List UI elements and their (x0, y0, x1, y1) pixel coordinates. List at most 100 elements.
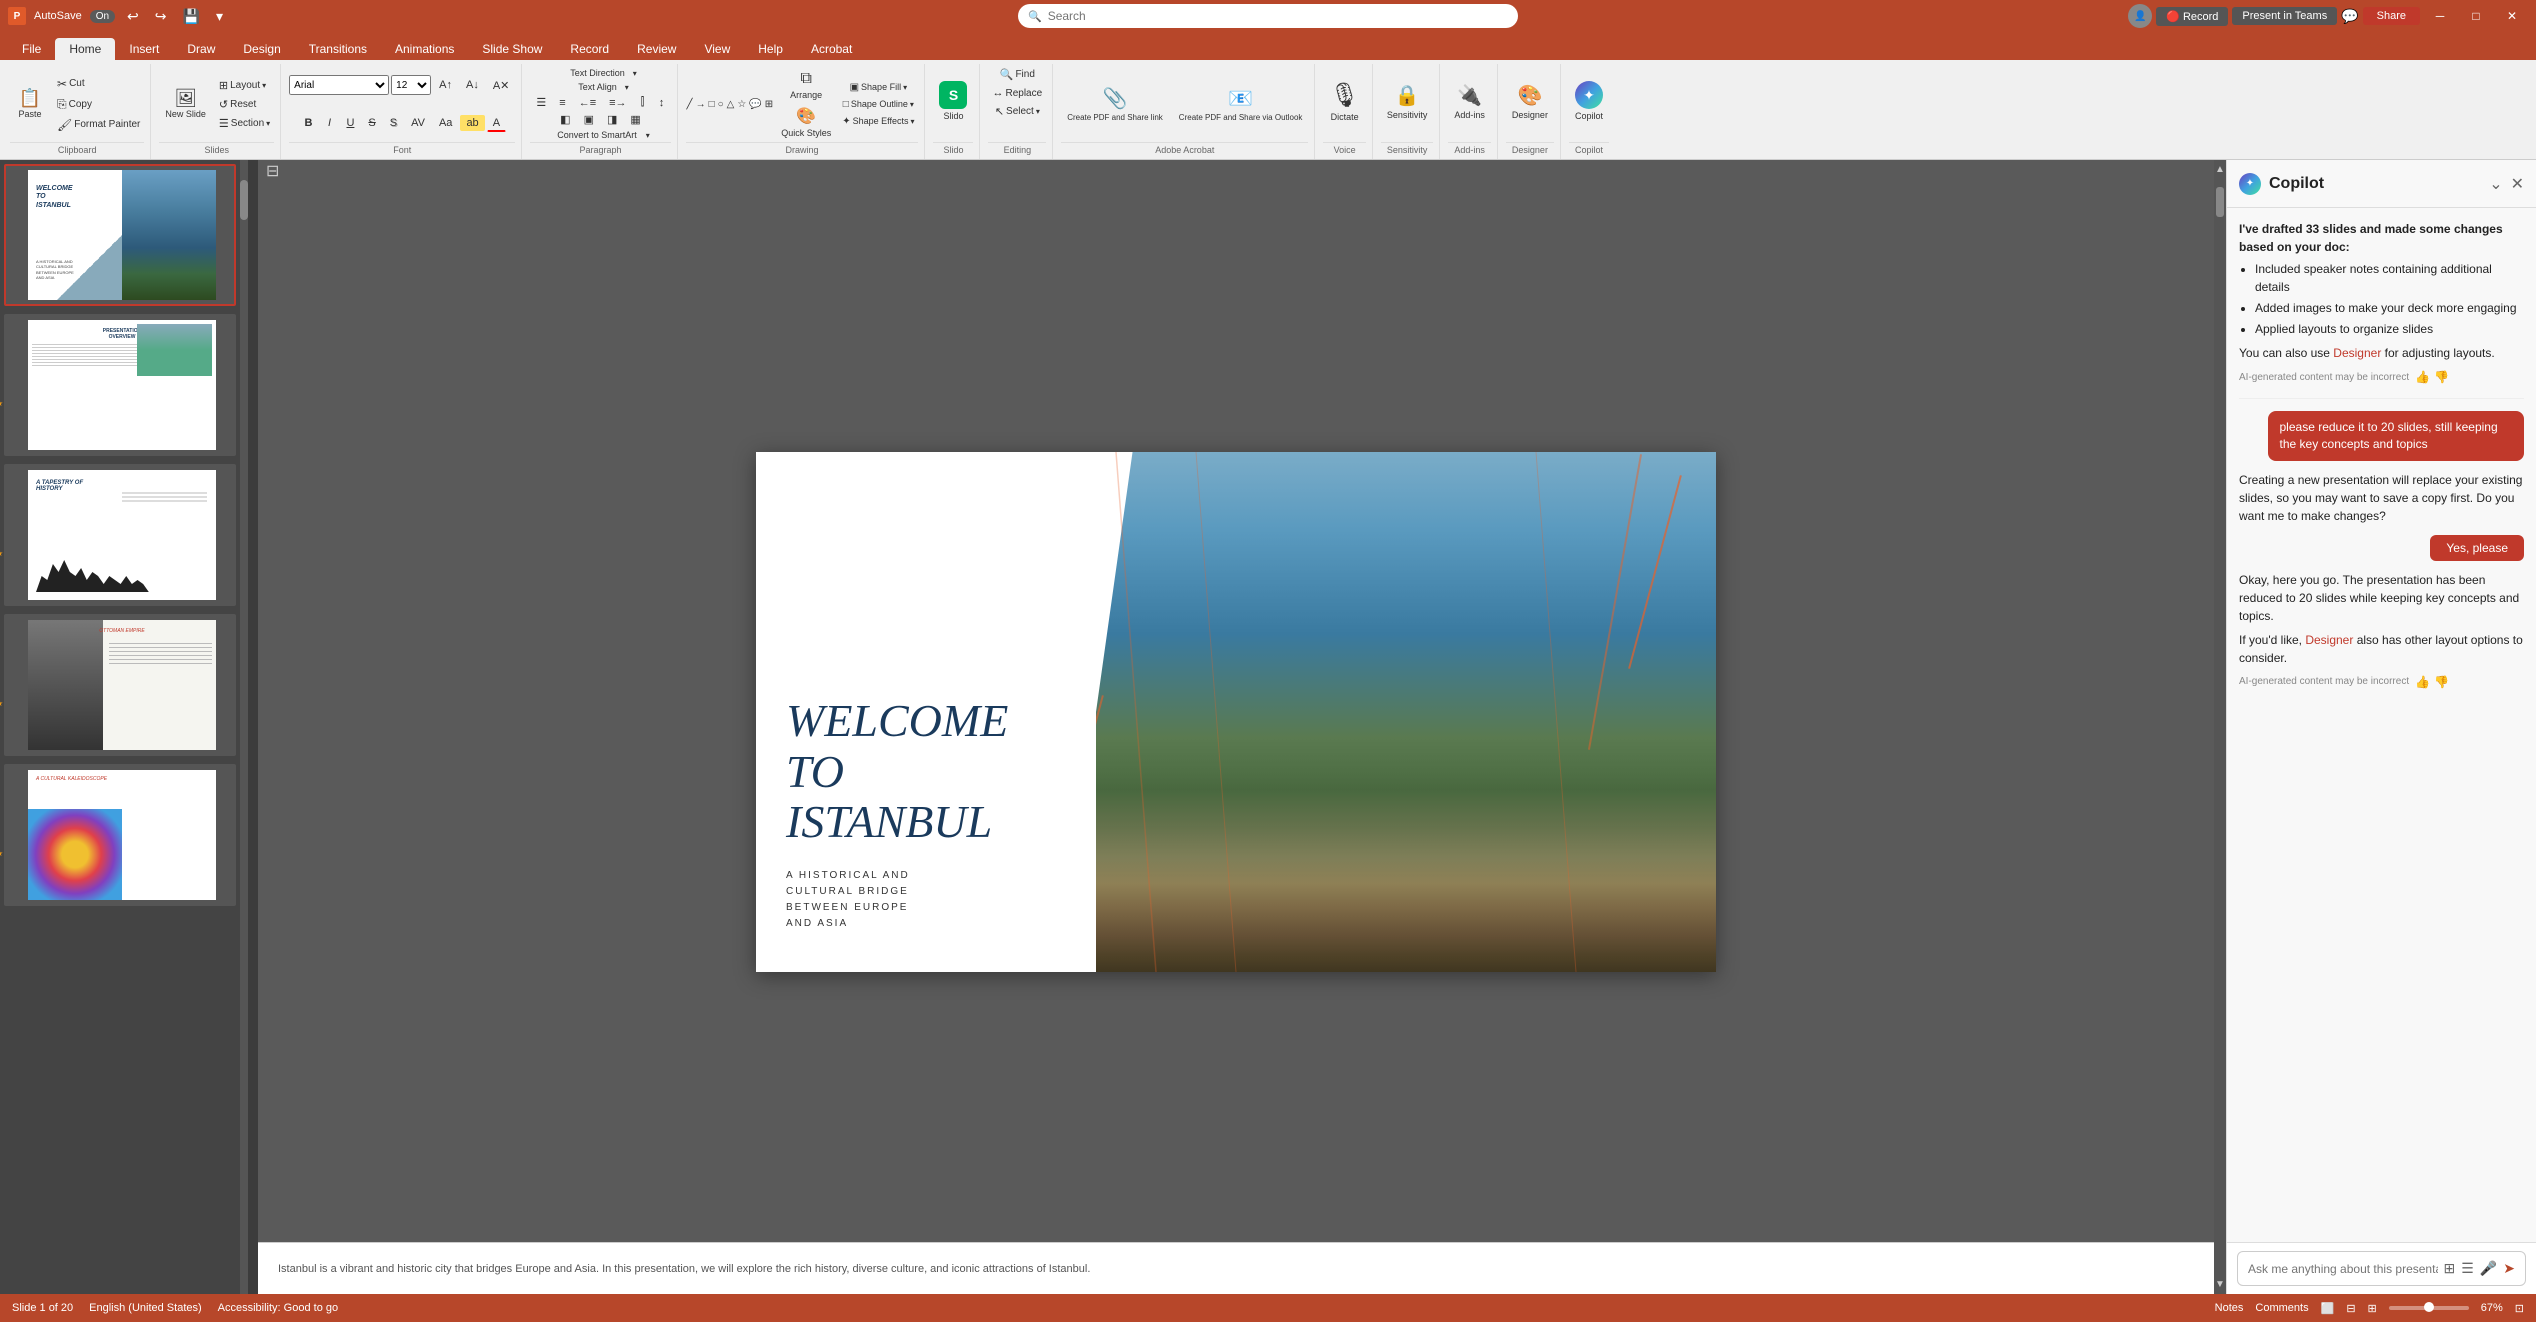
tab-slideshow[interactable]: Slide Show (468, 38, 556, 60)
view-grid-button[interactable]: ⊞ (2368, 1302, 2377, 1315)
font-case-button[interactable]: Aa (433, 115, 458, 131)
align-center-button[interactable]: ▣ (578, 111, 600, 128)
font-name-select[interactable]: Arial (289, 75, 389, 95)
sensitivity-button[interactable]: 🔒 Sensitivity (1381, 66, 1434, 136)
comments-status-button[interactable]: Comments (2255, 1302, 2308, 1314)
bullets-button[interactable]: ☰ (530, 94, 552, 111)
zoom-thumb[interactable] (2424, 1302, 2434, 1312)
increase-font-button[interactable]: A↑ (433, 77, 458, 93)
tab-draw[interactable]: Draw (173, 38, 229, 60)
align-right-button[interactable]: ◨ (601, 111, 623, 128)
shape-star[interactable]: ☆ (736, 98, 747, 111)
view-normal-button[interactable]: ⬜ (2321, 1302, 2335, 1315)
tab-help[interactable]: Help (744, 38, 797, 60)
thumbup-icon-1[interactable]: 👍 (2415, 368, 2430, 386)
copilot-input[interactable] (2248, 1262, 2438, 1276)
tab-view[interactable]: View (690, 38, 744, 60)
shape-more[interactable]: ⊞ (764, 98, 774, 111)
thumbdown-icon-2[interactable]: 👎 (2434, 673, 2449, 691)
zoom-slider[interactable] (2389, 1306, 2469, 1310)
text-align-dropdown[interactable]: ▾ (625, 83, 629, 92)
shape-fill-button[interactable]: ▣ Shape Fill ▾ (838, 80, 918, 95)
justify-button[interactable]: ▦ (624, 111, 646, 128)
strikethrough-button[interactable]: S (362, 115, 381, 131)
save-button[interactable]: 💾 (179, 6, 204, 27)
thumbdown-icon-1[interactable]: 👎 (2434, 368, 2449, 386)
convert-dropdown[interactable]: ▾ (646, 131, 650, 140)
create-pdf-link-button[interactable]: 📎 Create PDF and Share link (1061, 82, 1169, 126)
replace-button[interactable]: ↔ Replace (988, 85, 1046, 101)
reset-button[interactable]: ↺ Reset (215, 96, 274, 113)
quick-styles-button[interactable]: 🎨 Quick Styles (777, 104, 835, 140)
slide-thumbnail-5[interactable]: 5 ★ A CULTURAL KALEIDOSCOPE (4, 764, 236, 906)
scroll-thumb[interactable] (2216, 187, 2224, 217)
numbering-button[interactable]: ≡ (553, 95, 571, 111)
copilot-input-send-icon[interactable]: ➤ (2503, 1260, 2515, 1277)
undo-button[interactable]: ↩ (123, 6, 143, 27)
convert-smartart-button[interactable]: Convert to SmartArt (551, 128, 643, 142)
tab-home[interactable]: Home (55, 38, 115, 60)
shape-line[interactable]: ╱ (686, 98, 694, 111)
redo-button[interactable]: ↪ (151, 6, 171, 27)
line-spacing-button[interactable]: ↕ (653, 95, 671, 111)
shape-oval[interactable]: ○ (717, 98, 725, 111)
highlight-button[interactable]: ab (460, 115, 484, 131)
slide-panel-scrollbar[interactable] (240, 160, 248, 1294)
copilot-close-button[interactable]: ✕ (2511, 174, 2524, 194)
copilot-input-list-icon[interactable]: ☰ (2461, 1260, 2474, 1277)
tab-review[interactable]: Review (623, 38, 690, 60)
increase-indent-button[interactable]: ≡→ (603, 95, 632, 111)
copilot-ribbon-button[interactable]: ✦ Copilot (1569, 66, 1609, 136)
new-slide-button[interactable]: 🖼 New Slide (159, 85, 212, 123)
copilot-input-grid-icon[interactable]: ⊞ (2444, 1260, 2456, 1277)
format-painter-button[interactable]: 🖌 Format Painter (53, 116, 144, 134)
slide-view-scrollbar[interactable]: ▲ ▼ (2214, 160, 2226, 1294)
arrange-button[interactable]: ⧉ Arrange (777, 68, 835, 102)
designer-button[interactable]: 🎨 Designer (1506, 66, 1554, 136)
columns-button[interactable]: ⫿ (634, 94, 652, 111)
cut-button[interactable]: ✂ Cut (53, 75, 144, 93)
section-button[interactable]: ☰ Section ▾ (215, 115, 274, 132)
create-pdf-outlook-button[interactable]: 📧 Create PDF and Share via Outlook (1173, 82, 1309, 126)
slide-thumbnail-4[interactable]: 4 ★ OTTOMAN EMPIRE (4, 614, 236, 756)
slido-button[interactable]: S Slido (933, 66, 973, 136)
slide-main[interactable]: WELCOMETOISTANBUL A HISTORICAL ANDCULTUR… (756, 452, 1716, 972)
slide-panel-scroll-thumb[interactable] (240, 180, 248, 220)
tab-design[interactable]: Design (229, 38, 294, 60)
shape-fill-dropdown[interactable]: ▾ (903, 83, 907, 92)
decrease-font-button[interactable]: A↓ (460, 77, 485, 93)
underline-button[interactable]: U (340, 115, 360, 131)
shape-callout[interactable]: 💬 (748, 98, 762, 111)
copilot-collapse-button[interactable]: ⌄ (2489, 174, 2502, 194)
select-button[interactable]: ↖ Select ▾ (988, 103, 1046, 120)
fit-slide-button[interactable]: ⊡ (2515, 1302, 2524, 1315)
font-color-button[interactable]: A (487, 115, 506, 132)
shape-rect[interactable]: □ (708, 98, 716, 111)
shape-arrow[interactable]: → (695, 98, 707, 111)
designer-link-1[interactable]: Designer (2333, 346, 2381, 360)
share-button[interactable]: Share (2363, 7, 2420, 25)
text-direction-button[interactable]: Text Direction (564, 66, 631, 80)
bold-button[interactable]: B (299, 115, 319, 131)
text-direction-dropdown[interactable]: ▾ (633, 69, 637, 78)
slide-thumbnail-2[interactable]: 2 ★ PRESENTATIONOVERVIEW (4, 314, 236, 456)
slide-menu-icon[interactable]: ⊟ (266, 161, 279, 181)
view-outline-button[interactable]: ⊟ (2346, 1302, 2355, 1315)
dictate-button[interactable]: 🎙 Dictate (1323, 66, 1365, 136)
tab-transitions[interactable]: Transitions (295, 38, 381, 60)
shape-tri[interactable]: △ (726, 98, 736, 111)
autosave-toggle[interactable]: On (90, 10, 115, 23)
maximize-button[interactable]: □ (2460, 0, 2492, 32)
font-size-select[interactable]: 12 (391, 75, 431, 95)
tab-file[interactable]: File (8, 38, 55, 60)
find-button[interactable]: 🔍 Find (988, 66, 1046, 83)
shape-outline-dropdown[interactable]: ▾ (910, 100, 914, 109)
italic-button[interactable]: I (320, 115, 338, 131)
align-left-button[interactable]: ◧ (554, 111, 576, 128)
close-button[interactable]: ✕ (2496, 0, 2528, 32)
search-input[interactable] (1048, 9, 1508, 23)
tab-insert[interactable]: Insert (115, 38, 173, 60)
clear-format-button[interactable]: A✕ (487, 77, 516, 94)
slide-thumbnail-1[interactable]: 1 WELCOMETOISTANBUL A HISTORICAL ANDCULT… (4, 164, 236, 306)
paste-button[interactable]: 📋 Paste (10, 66, 50, 142)
